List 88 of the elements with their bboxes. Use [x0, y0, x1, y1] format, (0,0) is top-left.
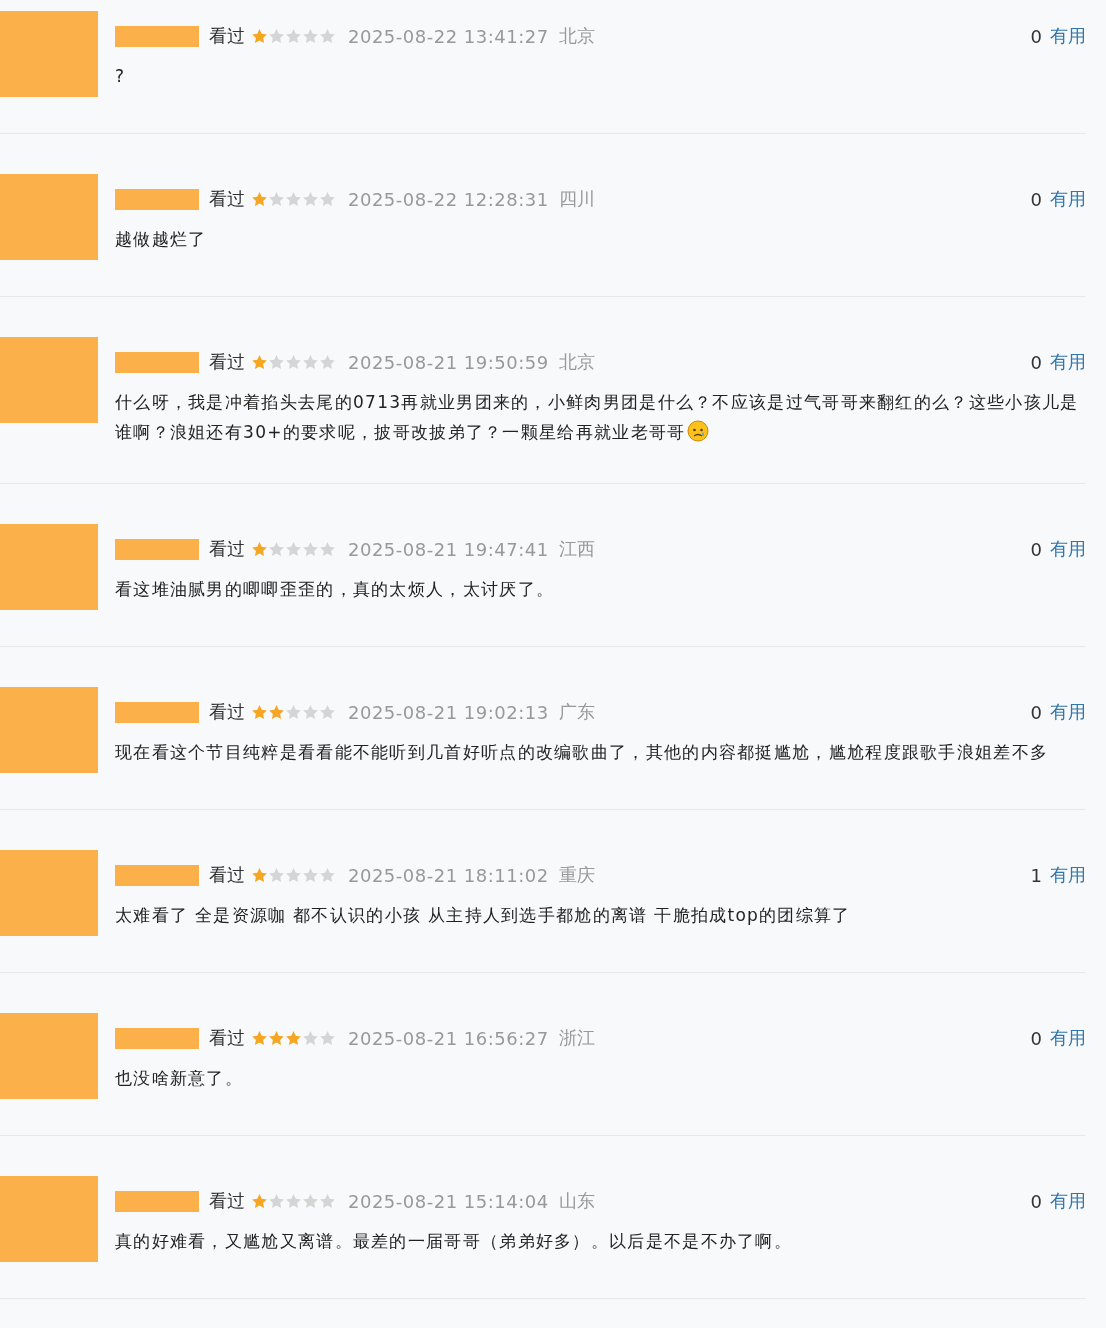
- comment-text: 什么呀，我是冲着掐头去尾的0713再就业男团来的，小鲜肉男团是什么？不应该是过气哥哥来翻红的么？这些小孩儿是谁啊？浪姐还有30+的要求呢，披哥改披弟了？一颗星给再就业老哥哥: [115, 391, 1080, 444]
- useful-link[interactable]: 有用: [1050, 1189, 1086, 1213]
- star-icon: [302, 866, 319, 884]
- watch-status: 看过: [209, 1189, 245, 1213]
- star-icon: [285, 1192, 302, 1210]
- star-icon: [268, 540, 285, 558]
- useful-link[interactable]: 有用: [1050, 1026, 1086, 1050]
- vote-count: 0: [1030, 1027, 1042, 1049]
- watch-status: 看过: [209, 1026, 245, 1050]
- useful-link[interactable]: 有用: [1050, 350, 1086, 374]
- star-icon: [268, 27, 285, 45]
- watch-status: 看过: [209, 24, 245, 48]
- comment-text: 真的好难看，又尴尬又离谱。最差的一届哥哥（弟弟好多）。以后是不是不办了啊。: [115, 1230, 794, 1253]
- star-icon: [285, 1029, 302, 1047]
- star-icon: [251, 540, 268, 558]
- watch-status: 看过: [209, 187, 245, 211]
- star-icon: [302, 190, 319, 208]
- star-icon: [251, 1192, 268, 1210]
- star-icon: [268, 1192, 285, 1210]
- star-icon: [302, 27, 319, 45]
- comment-location: 重庆: [558, 863, 596, 887]
- vote-count: 0: [1030, 25, 1042, 47]
- star-icon: [251, 703, 268, 721]
- vote-count: 1: [1030, 864, 1042, 886]
- comment-text: ?: [115, 65, 127, 88]
- star-icon: [302, 353, 319, 371]
- star-icon: [268, 1029, 285, 1047]
- comment-time: 2025-08-21 19:47:41: [348, 538, 549, 560]
- useful-link[interactable]: 有用: [1050, 700, 1086, 724]
- vote-count: 0: [1030, 1190, 1042, 1212]
- star-icon: [251, 353, 268, 371]
- star-icon: [319, 27, 336, 45]
- watch-status: 看过: [209, 863, 245, 887]
- comment-time: 2025-08-21 19:02:13: [348, 701, 549, 723]
- comment-text: 越做越烂了: [115, 228, 208, 251]
- useful-link[interactable]: 有用: [1050, 24, 1086, 48]
- star-icon: [285, 353, 302, 371]
- star-icon: [302, 703, 319, 721]
- star-icon: [319, 866, 336, 884]
- star-icon: [319, 1192, 336, 1210]
- watch-status: 看过: [209, 700, 245, 724]
- star-icon: [268, 190, 285, 208]
- star-icon: [319, 190, 336, 208]
- comment-time: 2025-08-21 18:11:02: [348, 864, 549, 886]
- star-icon: [285, 190, 302, 208]
- comment-location: 广东: [558, 700, 596, 724]
- useful-link[interactable]: 有用: [1050, 187, 1086, 211]
- star-icon: [285, 540, 302, 558]
- watch-status: 看过: [209, 537, 245, 561]
- vote-count: 0: [1030, 538, 1042, 560]
- comment-time: 2025-08-22 13:41:27: [348, 25, 549, 47]
- vote-count: 0: [1030, 701, 1042, 723]
- comment-time: 2025-08-21 19:50:59: [348, 351, 549, 373]
- star-icon: [285, 866, 302, 884]
- comment-location: 北京: [558, 350, 596, 374]
- comment-text: 太难看了 全是资源咖 都不认识的小孩 从主持人到选手都尬的离谱 干脆拍成top的团综算了: [115, 904, 852, 927]
- comment-text: 现在看这个节目纯粹是看看能不能听到几首好听点的改编歌曲了，其他的内容都挺尴尬，尴尬程度跟歌手浪姐差不多: [115, 741, 1050, 764]
- watch-status: 看过: [209, 350, 245, 374]
- comment-location: 浙江: [558, 1026, 596, 1050]
- star-icon: [251, 27, 268, 45]
- star-icon: [268, 866, 285, 884]
- comment-location: 四川: [558, 187, 596, 211]
- useful-link[interactable]: 有用: [1050, 537, 1086, 561]
- star-icon: [251, 866, 268, 884]
- comment-time: 2025-08-21 16:56:27: [348, 1027, 549, 1049]
- comment-location: 江西: [558, 537, 596, 561]
- star-icon: [302, 540, 319, 558]
- comment-location: 北京: [558, 24, 596, 48]
- star-icon: [251, 190, 268, 208]
- star-icon: [285, 703, 302, 721]
- comment-text: 看这堆油腻男的唧唧歪歪的，真的太烦人，太讨厌了。: [115, 578, 556, 601]
- star-icon: [319, 1029, 336, 1047]
- star-icon: [268, 353, 285, 371]
- star-icon: [302, 1192, 319, 1210]
- useful-link[interactable]: 有用: [1050, 863, 1086, 887]
- star-icon: [319, 540, 336, 558]
- vote-count: 0: [1030, 188, 1042, 210]
- vote-count: 0: [1030, 351, 1042, 373]
- comment-time: 2025-08-21 15:14:04: [348, 1190, 549, 1212]
- star-icon: [302, 1029, 319, 1047]
- star-icon: [319, 353, 336, 371]
- star-icon: [251, 1029, 268, 1047]
- star-icon: [268, 703, 285, 721]
- comment-text: 也没啥新意了。: [115, 1067, 245, 1090]
- star-icon: [319, 703, 336, 721]
- comment-location: 山东: [558, 1189, 596, 1213]
- star-icon: [285, 27, 302, 45]
- comment-time: 2025-08-22 12:28:31: [348, 188, 549, 210]
